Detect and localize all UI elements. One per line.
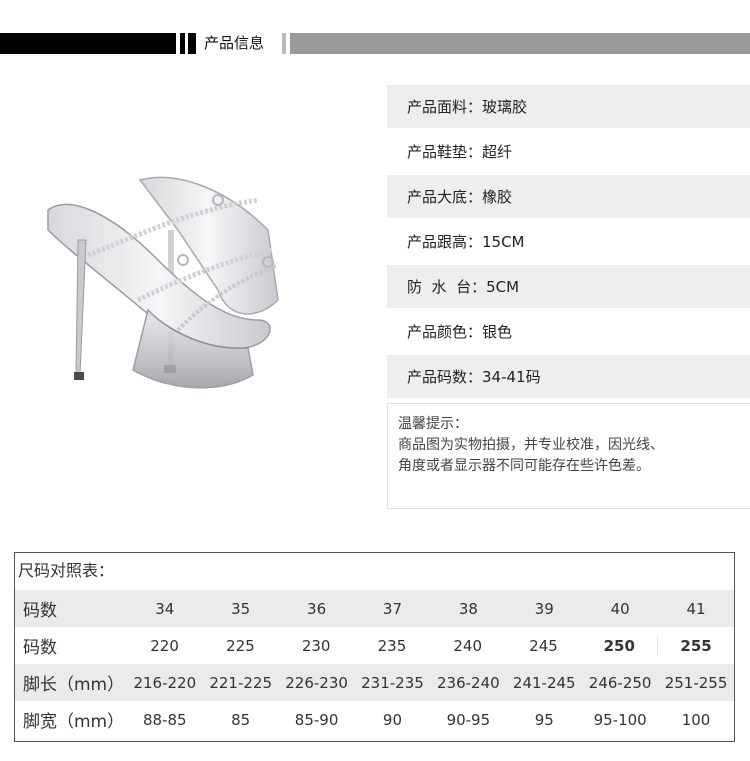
table-cell: 231-235 — [361, 673, 424, 692]
spec-row: 产品跟高：15CM — [387, 220, 750, 263]
size-chart-title: 尺码对照表： — [18, 561, 115, 580]
table-cell: 251-255 — [664, 673, 728, 692]
row-label: 码数 — [23, 601, 57, 621]
table-cell: 220 — [150, 636, 179, 655]
spec-row: 产品码数：34-41码 — [387, 355, 750, 398]
section-title: 产品信息 — [204, 34, 265, 52]
header-divider — [180, 33, 185, 54]
table-cell: 85-90 — [294, 710, 339, 729]
row-label: 码数 — [23, 638, 57, 658]
table-cell: 225 — [226, 636, 255, 655]
table-cell: 88-85 — [143, 710, 187, 729]
notice-box: 温馨提示： 商品图为实物拍摄，并专业校准，因光线、 角度或者显示器不同可能存在些… — [387, 403, 750, 509]
header-bar-left — [0, 33, 176, 54]
spec-row: 产品鞋垫：超纤 — [387, 130, 750, 173]
table-cell: 236-240 — [437, 673, 500, 692]
spec-row: 产品大底：橡胶 — [387, 175, 750, 218]
table-cell: 255 — [657, 636, 734, 655]
table-cell: 35 — [231, 599, 251, 618]
table-cell: 230 — [301, 636, 331, 655]
table-cell: 241-245 — [512, 673, 576, 692]
table-cell: 246-250 — [588, 673, 652, 692]
table-cell: 250 — [603, 636, 635, 655]
product-image — [47, 176, 279, 389]
spec-row: 产品颜色：银色 — [387, 310, 750, 353]
size-chart-table: 尺码对照表： 码数 34 35 36 37 38 39 40 41 码数 220… — [14, 552, 735, 742]
header-divider — [188, 33, 196, 54]
table-cell: 95 — [534, 710, 554, 729]
table-cell: 245 — [529, 636, 558, 655]
table-row: 码数 34 35 36 37 38 39 40 41 — [15, 590, 734, 627]
spec-list: 产品面料：玻璃胶 产品鞋垫：超纤 产品大底：橡胶 产品跟高：15CM 防 水 台… — [387, 85, 750, 400]
spec-row: 产品面料：玻璃胶 — [387, 85, 750, 128]
table-cell: 95-100 — [593, 710, 647, 729]
table-cell: 90-95 — [446, 710, 491, 729]
header-bar-right — [290, 33, 750, 54]
notice-line: 商品图为实物拍摄，并专业校准，因光线、 — [398, 437, 664, 453]
table-row: 脚宽（mm） 88-85 85 85-90 90 90-95 95 95-100… — [15, 701, 734, 738]
table-cell: 36 — [307, 599, 327, 618]
notice-line: 角度或者显示器不同可能存在些许色差。 — [398, 458, 650, 474]
row-label: 脚长（mm） — [23, 675, 125, 695]
table-cell: 235 — [377, 636, 407, 655]
table-cell: 100 — [681, 710, 711, 729]
table-cell: 39 — [534, 599, 554, 618]
table-cell: 216-220 — [133, 673, 197, 692]
table-cell: 85 — [231, 710, 251, 729]
table-cell: 40 — [610, 599, 630, 618]
table-cell: 221-225 — [209, 673, 273, 692]
table-cell: 240 — [453, 636, 483, 655]
table-cell: 34 — [155, 599, 175, 618]
table-cell: 41 — [686, 599, 706, 618]
table-cell: 37 — [382, 599, 403, 618]
notice-title: 温馨提示： — [398, 416, 468, 432]
table-cell: 90 — [382, 710, 403, 729]
table-row: 脚长（mm） 216-220 221-225 226-230 231-235 2… — [15, 664, 734, 701]
header-divider — [282, 33, 286, 54]
table-cell: 226-230 — [285, 673, 348, 692]
table-cell: 38 — [458, 599, 478, 618]
spec-row: 防 水 台：5CM — [387, 265, 750, 308]
row-label: 脚宽（mm） — [23, 712, 125, 732]
table-row: 码数 220 225 230 235 240 245 250 255 — [15, 627, 734, 664]
